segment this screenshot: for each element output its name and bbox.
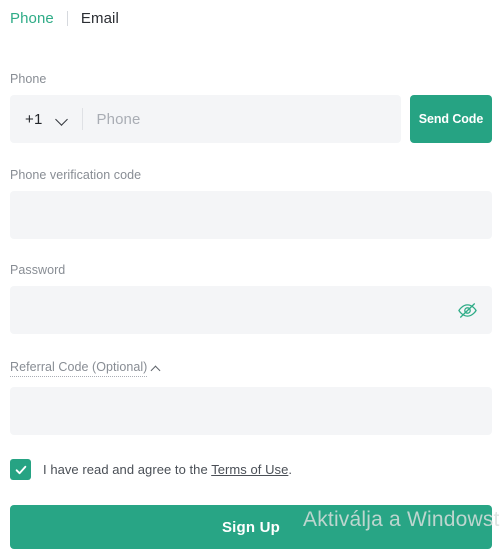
tab-phone[interactable]: Phone xyxy=(10,9,54,29)
country-code-selector[interactable]: +1 xyxy=(10,95,69,143)
country-code-value: +1 xyxy=(25,110,43,128)
chevron-up-icon xyxy=(151,365,162,372)
phone-field-group: Phone +1 Phone Send Code xyxy=(0,71,502,143)
verification-code-input-row xyxy=(10,191,492,239)
verification-code-input[interactable] xyxy=(10,191,492,239)
verification-code-field-group: Phone verification code xyxy=(0,167,502,239)
auth-method-tabs: Phone Email xyxy=(0,0,502,30)
terms-checkbox[interactable] xyxy=(10,459,31,480)
tab-email[interactable]: Email xyxy=(81,9,119,29)
password-field-group: Password xyxy=(0,262,502,334)
referral-code-label: Referral Code (Optional) xyxy=(10,360,148,377)
terms-text-before: I have read and agree to the xyxy=(43,462,208,477)
phone-number-input[interactable]: Phone xyxy=(83,111,401,128)
verification-code-label: Phone verification code xyxy=(10,168,142,182)
password-input-row xyxy=(10,286,492,334)
password-input[interactable] xyxy=(10,286,492,334)
check-icon xyxy=(15,465,26,474)
tab-divider xyxy=(66,11,68,26)
referral-code-input[interactable] xyxy=(10,387,492,435)
phone-input-row: +1 Phone Send Code xyxy=(10,95,492,143)
terms-agreement-text: I have read and agree to the Terms of Us… xyxy=(43,462,292,477)
phone-input[interactable]: +1 Phone xyxy=(10,95,401,143)
referral-field-group: Referral Code (Optional) xyxy=(0,358,502,435)
terms-of-use-link[interactable]: Terms of Use xyxy=(211,462,288,477)
referral-code-toggle[interactable]: Referral Code (Optional) xyxy=(10,360,162,377)
signup-form-page: Phone Email Phone +1 Phone Send Code Pho… xyxy=(0,0,502,549)
referral-input-row xyxy=(10,387,492,435)
send-code-button[interactable]: Send Code xyxy=(410,95,492,143)
phone-label: Phone xyxy=(10,72,47,86)
chevron-down-icon xyxy=(56,115,69,123)
terms-agreement-row: I have read and agree to the Terms of Us… xyxy=(0,459,502,480)
terms-text-after: . xyxy=(288,462,293,477)
sign-up-button[interactable]: Sign Up xyxy=(10,505,492,549)
eye-off-icon[interactable] xyxy=(455,298,479,322)
password-label: Password xyxy=(10,263,66,277)
